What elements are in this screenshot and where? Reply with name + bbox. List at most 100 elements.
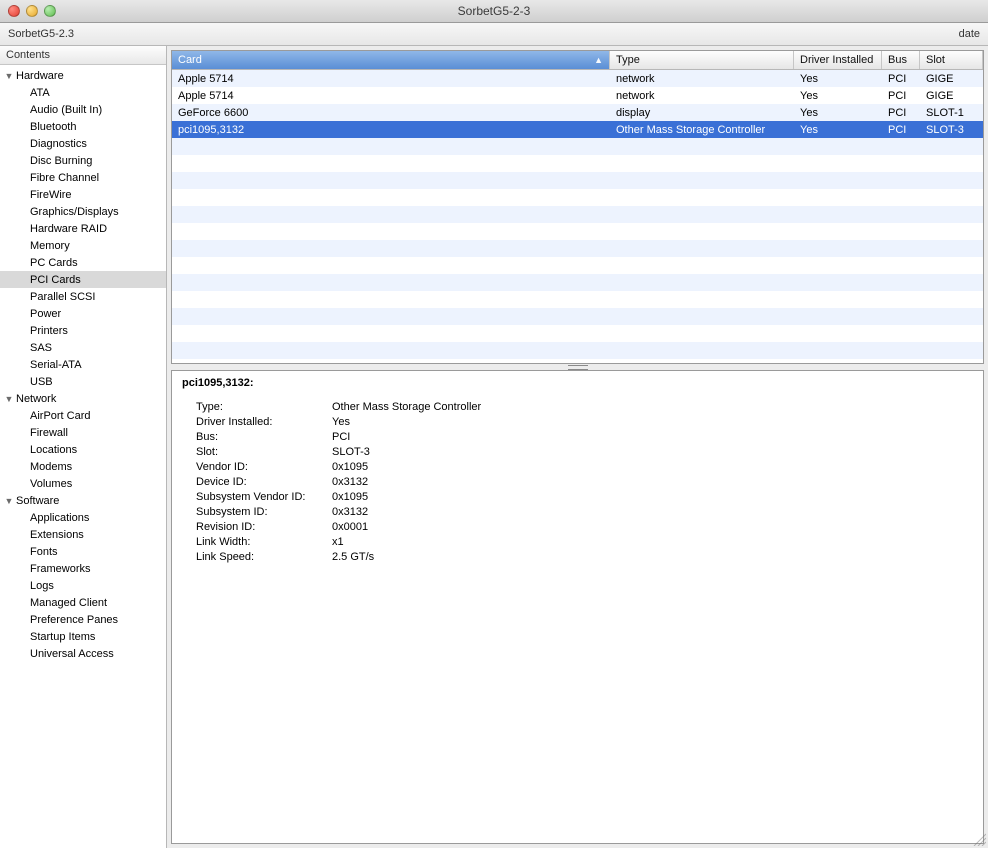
column-header-slot[interactable]: Slot — [920, 51, 983, 69]
detail-row: Revision ID:0x0001 — [182, 519, 973, 534]
cell-slot: SLOT-3 — [920, 121, 983, 138]
sidebar-item-extensions[interactable]: Extensions — [0, 526, 166, 543]
minimize-icon[interactable] — [26, 5, 38, 17]
sidebar-item-airport-card[interactable]: AirPort Card — [0, 407, 166, 424]
sidebar-group-software[interactable]: ▼Software — [0, 492, 166, 509]
cell-bus — [882, 291, 920, 308]
sidebar-item-volumes[interactable]: Volumes — [0, 475, 166, 492]
sidebar-item-serial-ata[interactable]: Serial-ATA — [0, 356, 166, 373]
sidebar-item-pci-cards[interactable]: PCI Cards — [0, 271, 166, 288]
sidebar-item-power[interactable]: Power — [0, 305, 166, 322]
column-header-bus[interactable]: Bus — [882, 51, 920, 69]
cell-type — [610, 257, 794, 274]
cell-bus — [882, 342, 920, 359]
sidebar-item-printers[interactable]: Printers — [0, 322, 166, 339]
sidebar-item-universal-access[interactable]: Universal Access — [0, 645, 166, 662]
detail-row: Device ID:0x3132 — [182, 474, 973, 489]
table-row-empty — [172, 223, 983, 240]
window-title: SorbetG5-2-3 — [0, 4, 988, 18]
cell-type — [610, 291, 794, 308]
sidebar-item-applications[interactable]: Applications — [0, 509, 166, 526]
system-profiler-window: SorbetG5-2-3 SorbetG5-2.3 date Contents … — [0, 0, 988, 848]
sidebar-group-network[interactable]: ▼Network — [0, 390, 166, 407]
detail-value: 0x3132 — [332, 476, 368, 488]
cell-bus — [882, 138, 920, 155]
sidebar-item-modems[interactable]: Modems — [0, 458, 166, 475]
detail-value: x1 — [332, 536, 344, 548]
sidebar-header[interactable]: Contents — [0, 46, 166, 65]
cell-bus: PCI — [882, 70, 920, 87]
resize-grip-icon[interactable] — [972, 832, 986, 846]
zoom-icon[interactable] — [44, 5, 56, 17]
detail-row: Driver Installed:Yes — [182, 414, 973, 429]
cell-type: Other Mass Storage Controller — [610, 121, 794, 138]
cell-bus — [882, 325, 920, 342]
sidebar-item-parallel-scsi[interactable]: Parallel SCSI — [0, 288, 166, 305]
sidebar-item-audio-built-in-[interactable]: Audio (Built In) — [0, 101, 166, 118]
sidebar-item-memory[interactable]: Memory — [0, 237, 166, 254]
main-pane: Card▲TypeDriver InstalledBus Slot Apple 5… — [167, 46, 988, 848]
table-row[interactable]: Apple 5714networkYesPCIGIGE — [172, 87, 983, 104]
cell-slot: GIGE — [920, 87, 983, 104]
column-header-drv[interactable]: Driver Installed — [794, 51, 882, 69]
cell-slot — [920, 138, 983, 155]
sidebar-item-disc-burning[interactable]: Disc Burning — [0, 152, 166, 169]
cell-card — [172, 155, 610, 172]
sidebar-item-bluetooth[interactable]: Bluetooth — [0, 118, 166, 135]
cell-drv — [794, 206, 882, 223]
cell-drv: Yes — [794, 70, 882, 87]
sidebar-item-frameworks[interactable]: Frameworks — [0, 560, 166, 577]
detail-key: Bus: — [182, 431, 332, 443]
detail-row: Slot:SLOT-3 — [182, 444, 973, 459]
sidebar-item-fonts[interactable]: Fonts — [0, 543, 166, 560]
cell-bus: PCI — [882, 121, 920, 138]
titlebar[interactable]: SorbetG5-2-3 — [0, 0, 988, 23]
sidebar-item-logs[interactable]: Logs — [0, 577, 166, 594]
sidebar-item-ata[interactable]: ATA — [0, 84, 166, 101]
detail-value: Other Mass Storage Controller — [332, 401, 481, 413]
column-header-type[interactable]: Type — [610, 51, 794, 69]
cell-type: network — [610, 87, 794, 104]
sidebar-item-locations[interactable]: Locations — [0, 441, 166, 458]
cell-bus — [882, 223, 920, 240]
sidebar-item-preference-panes[interactable]: Preference Panes — [0, 611, 166, 628]
close-icon[interactable] — [8, 5, 20, 17]
table-row[interactable]: Apple 5714networkYesPCIGIGE — [172, 70, 983, 87]
cell-slot: SLOT-1 — [920, 104, 983, 121]
sidebar-item-usb[interactable]: USB — [0, 373, 166, 390]
sidebar-item-hardware-raid[interactable]: Hardware RAID — [0, 220, 166, 237]
cell-drv: Yes — [794, 87, 882, 104]
cell-card — [172, 274, 610, 291]
sidebar-item-startup-items[interactable]: Startup Items — [0, 628, 166, 645]
sidebar-tree[interactable]: ▼HardwareATAAudio (Built In)BluetoothDia… — [0, 65, 166, 848]
detail-value: SLOT-3 — [332, 446, 370, 458]
sidebar-item-managed-client[interactable]: Managed Client — [0, 594, 166, 611]
cell-card: GeForce 6600 — [172, 104, 610, 121]
table-row-empty — [172, 206, 983, 223]
table-header[interactable]: Card▲TypeDriver InstalledBus Slot — [172, 51, 983, 70]
column-label: Slot — [926, 54, 945, 66]
detail-row: Subsystem Vendor ID:0x1095 — [182, 489, 973, 504]
sidebar-group-hardware[interactable]: ▼Hardware — [0, 67, 166, 84]
cell-drv — [794, 274, 882, 291]
sidebar-item-firewire[interactable]: FireWire — [0, 186, 166, 203]
detail-row: Vendor ID:0x1095 — [182, 459, 973, 474]
sidebar-group-label: Hardware — [16, 70, 64, 82]
sidebar-item-graphics-displays[interactable]: Graphics/Displays — [0, 203, 166, 220]
sidebar-item-sas[interactable]: SAS — [0, 339, 166, 356]
column-header-card[interactable]: Card▲ — [172, 51, 610, 69]
table-row[interactable]: GeForce 6600displayYesPCISLOT-1 — [172, 104, 983, 121]
detail-pane[interactable]: pci1095,3132: Type:Other Mass Storage Co… — [171, 370, 984, 844]
table-row[interactable]: pci1095,3132Other Mass Storage Controlle… — [172, 121, 983, 138]
table-row-empty — [172, 274, 983, 291]
sidebar-item-firewall[interactable]: Firewall — [0, 424, 166, 441]
table-body[interactable]: Apple 5714networkYesPCIGIGEApple 5714net… — [172, 70, 983, 363]
sidebar-item-pc-cards[interactable]: PC Cards — [0, 254, 166, 271]
table-row-empty — [172, 257, 983, 274]
detail-value: Yes — [332, 416, 350, 428]
sidebar-item-fibre-channel[interactable]: Fibre Channel — [0, 169, 166, 186]
table-row-empty — [172, 172, 983, 189]
detail-row: Bus:PCI — [182, 429, 973, 444]
cell-type — [610, 206, 794, 223]
sidebar-item-diagnostics[interactable]: Diagnostics — [0, 135, 166, 152]
